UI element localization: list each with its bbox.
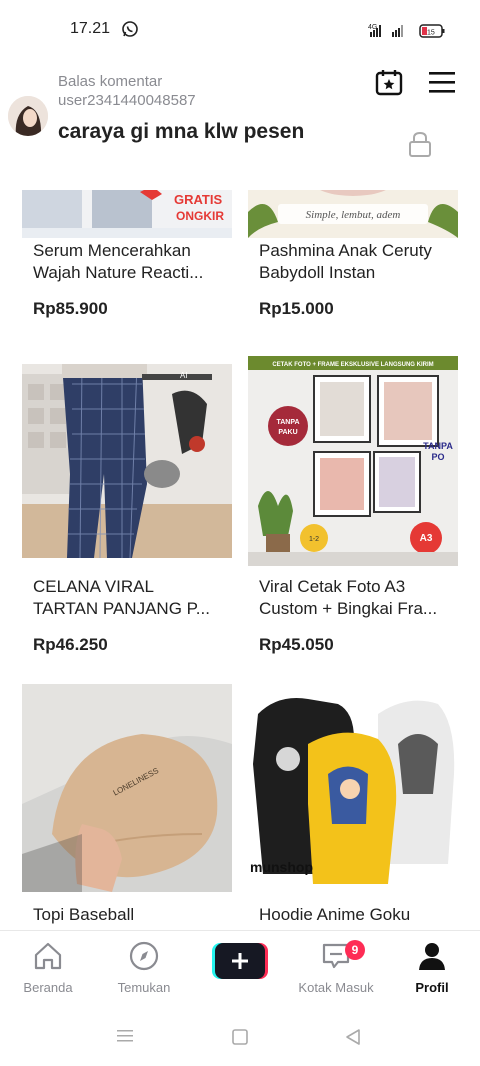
svg-text:ONGKIR: ONGKIR xyxy=(176,209,224,223)
nav-home[interactable]: Beranda xyxy=(0,941,96,995)
profile-icon xyxy=(419,943,445,970)
create-button[interactable] xyxy=(192,943,288,984)
product-title: Pashmina Anak Ceruty xyxy=(259,241,432,260)
compass-icon xyxy=(129,941,159,971)
nav-inbox[interactable]: Kotak Masuk xyxy=(288,941,384,995)
svg-text:GRATIS: GRATIS xyxy=(174,192,222,207)
product-image: CETAK FOTO + FRAME EKSKLUSIVE LANGSUNG K… xyxy=(248,356,458,566)
nav-inbox-label: Kotak Masuk xyxy=(298,980,374,995)
product-title: TARTAN PANJANG P... xyxy=(33,599,210,618)
nav-profile-label: Profil xyxy=(415,980,449,995)
watermark: munshop xyxy=(250,859,313,875)
product-price: Rp46.250 xyxy=(33,635,108,654)
product-price: Rp45.050 xyxy=(259,635,334,654)
status-bar: 17.21 4G 15 xyxy=(0,0,480,60)
status-time: 17.21 xyxy=(70,20,111,37)
lock-icon xyxy=(409,131,431,157)
product-image: Simple, lembut, adem xyxy=(248,190,458,238)
product-title: Custom + Bingkai Fra... xyxy=(259,599,438,618)
battery-level: 15 xyxy=(427,30,435,37)
product-card[interactable]: CETAK FOTO + FRAME EKSKLUSIVE LANGSUNG K… xyxy=(248,356,458,664)
calendar-icon[interactable] xyxy=(375,68,403,96)
product-card[interactable]: AI CELANA VIRAL TARTAN PANJANG P... Rp46… xyxy=(22,364,232,664)
svg-text:Simple, lembut, adem: Simple, lembut, adem xyxy=(306,209,401,221)
product-title: CELANA VIRAL xyxy=(33,577,154,596)
svg-text:PAKU: PAKU xyxy=(278,429,297,436)
product-image: LONELINESS xyxy=(22,684,232,892)
whatsapp-icon xyxy=(122,21,138,37)
menu-icon[interactable] xyxy=(428,70,456,94)
product-title: Serum Mencerahkan xyxy=(33,241,191,260)
nav-discover-label: Temukan xyxy=(117,980,171,995)
product-card[interactable]: LONELINESS Topi Baseball xyxy=(22,684,232,930)
svg-text:CETAK FOTO + FRAME EKSKLUSIVE: CETAK FOTO + FRAME EKSKLUSIVE LANGSUNG K… xyxy=(272,362,433,368)
svg-text:A3: A3 xyxy=(420,533,433,544)
home-square-icon[interactable] xyxy=(231,1028,249,1046)
svg-text:AI: AI xyxy=(180,371,188,380)
product-title: Topi Baseball xyxy=(33,905,135,924)
system-nav-bar xyxy=(0,1004,480,1066)
product-card[interactable]: Simple, lembut, adem Pashmina Anak Cerut… xyxy=(248,190,458,342)
home-icon xyxy=(34,942,62,970)
product-card[interactable]: GRATIS ONGKIR Serum Mencerahkan Wajah Na… xyxy=(22,190,232,342)
product-image: munshop xyxy=(248,684,458,892)
product-image: AI xyxy=(22,364,232,558)
reply-username[interactable]: user2341440048587 xyxy=(58,92,196,109)
product-card[interactable]: munshop Hoodie Anime Goku xyxy=(248,684,458,930)
nav-profile[interactable]: Profil xyxy=(384,941,480,995)
svg-text:1-2: 1-2 xyxy=(309,536,319,543)
avatar[interactable] xyxy=(8,96,48,136)
reply-comment-text: caraya gi mna klw pesen xyxy=(58,120,305,143)
product-title: Babydoll Instan xyxy=(259,263,376,282)
reply-label: Balas komentar xyxy=(58,73,163,90)
product-grid: GRATIS ONGKIR Serum Mencerahkan Wajah Na… xyxy=(0,190,480,930)
svg-text:PO: PO xyxy=(431,452,444,462)
svg-text:4G: 4G xyxy=(368,24,377,31)
plus-icon xyxy=(212,943,268,979)
bottom-nav: Beranda Temukan Kotak Masuk Profil xyxy=(0,930,480,1005)
back-icon[interactable] xyxy=(344,1028,362,1046)
product-title: Hoodie Anime Goku xyxy=(259,905,411,924)
product-image: GRATIS ONGKIR xyxy=(22,190,232,238)
inbox-badge: 9 xyxy=(345,940,365,960)
svg-text:TANPA: TANPA xyxy=(276,419,299,426)
product-title: Viral Cetak Foto A3 xyxy=(259,577,406,596)
product-price: Rp85.900 xyxy=(33,299,108,318)
recent-apps-icon[interactable] xyxy=(115,1028,135,1044)
signal-battery-icons: 4G 15 xyxy=(368,24,445,38)
product-price: Rp15.000 xyxy=(259,299,334,318)
svg-text:TANPA: TANPA xyxy=(423,441,453,451)
nav-home-label: Beranda xyxy=(23,980,73,995)
nav-discover[interactable]: Temukan xyxy=(96,941,192,995)
product-title: Wajah Nature Reacti... xyxy=(33,263,204,282)
